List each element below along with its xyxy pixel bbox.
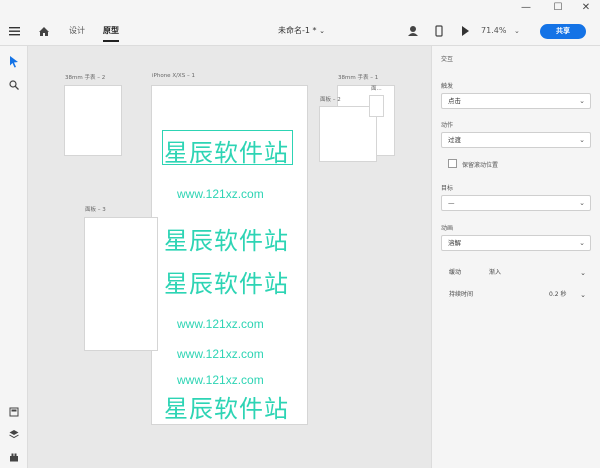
target-select[interactable]: — ⌄	[441, 195, 591, 211]
duration-value: 0.2 秒	[549, 291, 567, 298]
tab-design[interactable]: 设计	[69, 16, 85, 46]
select-arrow-icon[interactable]	[9, 53, 19, 72]
trigger-label: 触发	[441, 83, 454, 90]
watermark-text: 星辰软件站	[164, 270, 289, 298]
artboard-label[interactable]: iPhone X/XS – 1	[152, 73, 195, 79]
watermark-url: www.121xz.com	[177, 347, 264, 361]
chevron-down-icon: ⌄	[579, 136, 585, 144]
trigger-select[interactable]: 点击 ⌄	[441, 93, 591, 109]
artboard-label[interactable]: 38mm 手表 – 2	[65, 73, 105, 81]
panel-title: 交互	[441, 56, 454, 63]
chevron-down-icon: ⌄	[579, 199, 585, 207]
action-label: 动作	[441, 122, 454, 129]
user-share-icon[interactable]	[408, 16, 418, 46]
animation-label: 动画	[441, 225, 454, 232]
chevron-down-icon: ⌄	[579, 97, 585, 105]
layers-icon[interactable]	[9, 424, 19, 443]
hamburger-menu-icon[interactable]	[9, 16, 20, 46]
zoom-level[interactable]: 71.4%	[481, 16, 506, 46]
artboard-label[interactable]: 面板 – 2	[320, 95, 341, 103]
chevron-down-icon: ⌄	[580, 269, 586, 277]
easing-value: 渐入	[489, 269, 502, 276]
zoom-search-icon[interactable]	[9, 75, 19, 94]
mobile-preview-icon[interactable]	[435, 16, 443, 46]
preserve-scroll-label: 保留滚动位置	[462, 162, 499, 169]
play-preview-icon[interactable]	[461, 16, 469, 46]
watermark-url: www.121xz.com	[177, 317, 264, 331]
animation-select[interactable]: 溶解 ⌄	[441, 235, 591, 251]
design-canvas[interactable]: 38mm 手表 – 2 iPhone X/XS – 1 38mm 手表 – 1 …	[28, 46, 431, 468]
left-tool-rail	[0, 46, 28, 468]
top-toolbar: 设计 原型 未命名-1 * ⌄ 71.4% ⌄ 共享	[0, 16, 600, 46]
interaction-panel: 交互 触发 点击 ⌄ 动作 过渡 ⌄ 保留滚动位置 目标 — ⌄ 动画 溶解 ⌄…	[431, 46, 600, 468]
duration-label: 持续时间	[449, 291, 474, 298]
watermark-text: 星辰软件站	[164, 227, 289, 255]
tab-prototype[interactable]: 原型	[103, 16, 119, 46]
chevron-down-icon: ⌄	[319, 27, 325, 35]
share-button[interactable]: 共享	[540, 24, 586, 39]
document-assets-icon[interactable]	[9, 402, 19, 421]
animation-value: 溶解	[448, 239, 461, 247]
document-title[interactable]: 未命名-1 * ⌄	[278, 16, 325, 46]
artboard-panel-3[interactable]	[84, 217, 158, 351]
minimize-button[interactable]: —	[512, 0, 540, 16]
artboard-label[interactable]: 面板 – 3	[85, 205, 106, 213]
watermark-text: 星辰软件站	[164, 139, 289, 167]
chevron-down-icon: ⌄	[514, 27, 520, 35]
document-title-text: 未命名-1 *	[278, 26, 317, 35]
artboard-watch-2[interactable]	[64, 85, 122, 156]
preserve-scroll-checkbox[interactable]	[448, 159, 457, 168]
target-value: —	[448, 199, 455, 207]
target-label: 目标	[441, 185, 454, 192]
action-value: 过渡	[448, 136, 461, 144]
watermark-url: www.121xz.com	[177, 187, 264, 201]
maximize-button[interactable]: ☐	[544, 0, 572, 16]
duration-row[interactable]: 持续时间 0.2 秒 ⌄	[441, 287, 591, 303]
home-icon[interactable]	[38, 16, 50, 46]
easing-row[interactable]: 缓动 渐入 ⌄	[441, 265, 591, 281]
chevron-down-icon: ⌄	[580, 291, 586, 299]
close-button[interactable]: ✕	[572, 0, 600, 16]
plugins-icon[interactable]	[9, 447, 19, 466]
watermark-text: 星辰软件站	[164, 395, 289, 423]
artboard-label[interactable]: 面...	[371, 84, 382, 92]
zoom-chevron-icon[interactable]: ⌄	[514, 16, 520, 46]
chevron-down-icon: ⌄	[579, 239, 585, 247]
watermark-url: www.121xz.com	[177, 373, 264, 387]
artboard-label[interactable]: 38mm 手表 – 1	[338, 73, 378, 81]
easing-label: 缓动	[449, 269, 462, 276]
action-select[interactable]: 过渡 ⌄	[441, 132, 591, 148]
title-bar: — ☐ ✕	[0, 0, 600, 16]
trigger-value: 点击	[448, 97, 461, 105]
artboard-panel-small[interactable]	[369, 95, 384, 117]
